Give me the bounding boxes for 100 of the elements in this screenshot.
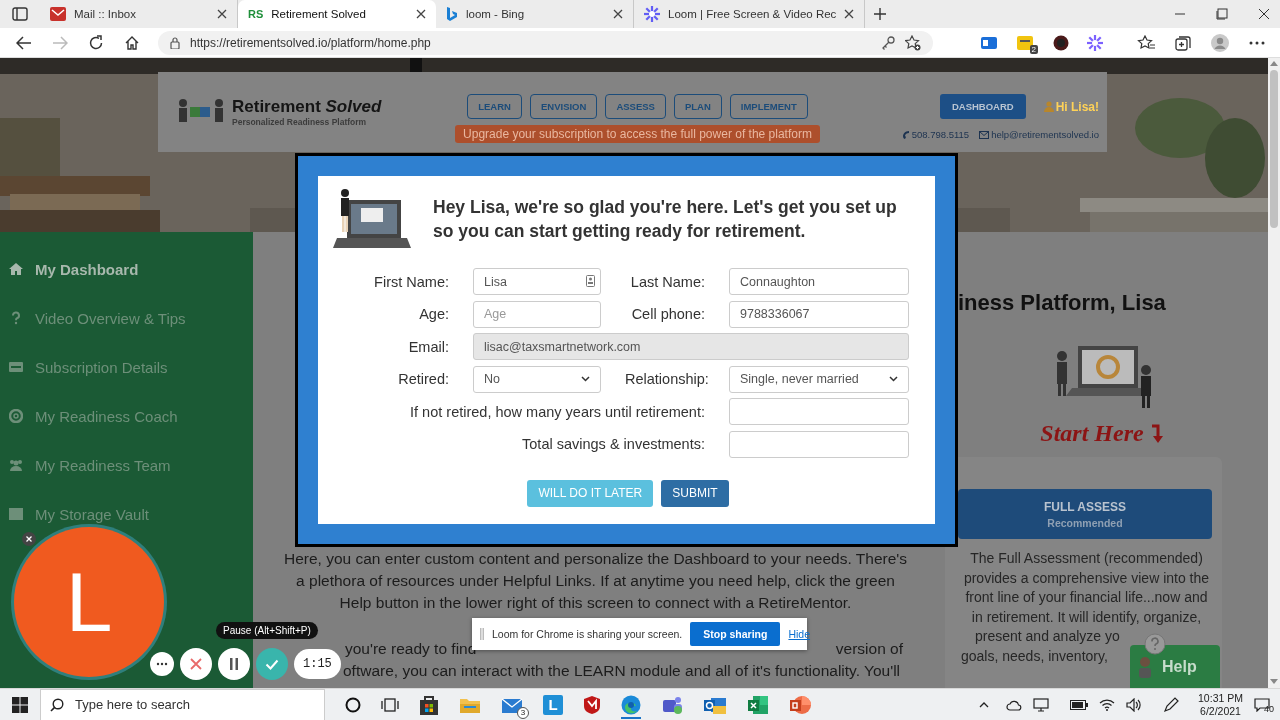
circle-icon[interactable] <box>1053 34 1069 51</box>
help-icon <box>9 311 23 325</box>
task-view-icon[interactable] <box>381 696 399 713</box>
text-field[interactable]: 9788336067 <box>729 300 909 328</box>
address-bar[interactable]: https://retirementsolved.io/platform/home.php <box>158 30 933 55</box>
text-field[interactable] <box>729 398 909 425</box>
done-button[interactable] <box>256 648 288 680</box>
spreadsheet-icon[interactable] <box>747 694 769 715</box>
stop-sharing-button[interactable]: Stop sharing <box>690 622 781 646</box>
contact-card-icon <box>586 275 595 287</box>
close-icon[interactable] <box>844 9 855 19</box>
refresh-icon[interactable] <box>88 34 104 51</box>
presentation-icon[interactable] <box>789 694 811 715</box>
full-assess-button[interactable]: FULL ASSESS Recommended <box>958 489 1212 539</box>
team-icon <box>9 458 23 472</box>
note-icon[interactable] <box>1017 35 1033 50</box>
help-button[interactable]: Help <box>1130 645 1220 688</box>
flag-icon[interactable] <box>981 36 997 49</box>
person-icon <box>1138 655 1152 678</box>
browser-icon[interactable] <box>621 694 641 715</box>
tooltip: Pause (Alt+Shift+P) <box>216 622 318 639</box>
pause-button[interactable] <box>218 648 250 680</box>
favorites-icon[interactable] <box>1137 34 1155 51</box>
mail-icon <box>979 130 990 139</box>
scroll-up-icon[interactable] <box>1270 61 1278 66</box>
lock-icon[interactable] <box>170 36 180 49</box>
browser-tab[interactable]: Loom | Free Screen & Video Rec <box>634 0 866 28</box>
description-line: The Full Assessment (recommended) <box>970 549 1203 568</box>
maximize-icon[interactable] <box>1216 8 1228 20</box>
email-link[interactable]: help@retirementsolved.io <box>991 129 1099 140</box>
cortana-icon[interactable] <box>345 696 361 713</box>
sharing-message: Loom for Chrome is sharing your screen. <box>492 628 683 640</box>
field-label: Last Name: <box>629 273 705 290</box>
display-icon[interactable] <box>1033 697 1050 712</box>
new-tab-icon[interactable] <box>873 7 888 21</box>
sidebar-item[interactable]: My Dashboard <box>0 260 253 278</box>
pen-icon[interactable] <box>1163 696 1180 713</box>
field-label: If not retired, how many years until retirement: <box>409 403 705 420</box>
text-field[interactable]: Lisa <box>473 268 601 295</box>
more-icon[interactable] <box>1249 40 1265 45</box>
dashboard-button[interactable]: DASHBOARD <box>939 94 1026 119</box>
close-button[interactable] <box>22 532 36 546</box>
browser-tab[interactable]: Mail :: Inbox <box>40 0 238 28</box>
text-field[interactable]: Connaughton <box>729 268 909 295</box>
more-button[interactable] <box>150 652 174 676</box>
dropdown[interactable]: No <box>473 365 601 393</box>
submit-button[interactable]: SUBMIT <box>661 479 729 507</box>
url-text[interactable]: https://retirementsolved.io/platform/home.php <box>190 35 871 50</box>
tab-actions-icon[interactable] <box>12 7 28 21</box>
team-chat-icon[interactable] <box>661 694 683 715</box>
dropdown[interactable]: Single, never married <box>729 365 909 393</box>
back-icon[interactable] <box>16 35 32 50</box>
windows-icon[interactable] <box>12 696 28 713</box>
lifebuoy-icon <box>9 409 23 423</box>
app-tile[interactable]: L <box>543 694 563 715</box>
wifi-icon[interactable] <box>1099 698 1116 711</box>
recording-timer: 1:15 <box>294 649 341 679</box>
description-line: goals, needs, inventory, <box>961 646 1108 666</box>
box-icon <box>9 507 23 521</box>
collections-icon[interactable] <box>1175 34 1191 51</box>
clock-time[interactable]: 10:31 PM <box>1198 691 1243 705</box>
phone-number: 508.798.5115 <box>911 129 970 140</box>
upgrade-banner[interactable]: Upgrade your subscription to access the full power of the platform <box>455 125 820 143</box>
cloud-icon[interactable] <box>1006 698 1023 711</box>
shopping-bag-icon[interactable] <box>419 694 439 715</box>
clock-date[interactable]: 6/2/2021 <box>1200 704 1241 718</box>
cancel-button[interactable] <box>180 648 212 680</box>
volume-icon[interactable] <box>1126 697 1143 712</box>
start-here-label: Start Here <box>1040 420 1144 447</box>
browser-tab[interactable]: loom - Bing <box>436 0 634 28</box>
description-line: in retirement. It will identify, organize, <box>971 607 1202 627</box>
description-line: front line of your financial life...now and <box>965 588 1208 607</box>
field-label: Age: <box>418 306 449 322</box>
text-fragment: version of <box>835 639 903 659</box>
key-icon[interactable] <box>881 35 895 50</box>
user-icon <box>1043 101 1054 112</box>
chevron-down-icon <box>581 376 590 382</box>
scrollbar-thumb[interactable] <box>1270 70 1278 228</box>
field-label: Cell phone: <box>630 306 705 322</box>
search-field[interactable]: Type here to search <box>40 688 325 720</box>
description-line: present and analyze yo <box>975 627 1120 646</box>
home-icon[interactable] <box>124 34 140 51</box>
avatar-icon[interactable] <box>1211 33 1229 52</box>
page-heading: iness Platform, Lisa <box>957 290 1167 316</box>
close-icon[interactable] <box>217 9 227 19</box>
shield-icon[interactable] <box>583 694 601 715</box>
chevron-up-icon[interactable] <box>979 701 990 708</box>
text-field[interactable]: Age <box>473 300 601 328</box>
grip-icon <box>480 628 484 640</box>
favorite-add-icon[interactable] <box>905 34 921 51</box>
text-field[interactable] <box>729 430 909 458</box>
close-icon[interactable] <box>613 9 623 19</box>
browser-tab[interactable]: RS Retirement Solved <box>238 0 436 28</box>
greeting: Hi Lisa! <box>1055 99 1099 114</box>
close-icon[interactable] <box>1258 8 1270 20</box>
scroll-down-icon[interactable] <box>1270 679 1278 684</box>
starburst-icon[interactable] <box>1087 34 1103 51</box>
close-icon[interactable] <box>416 9 426 19</box>
notification-count: 40 <box>1264 703 1274 714</box>
battery-icon[interactable] <box>1070 699 1089 710</box>
